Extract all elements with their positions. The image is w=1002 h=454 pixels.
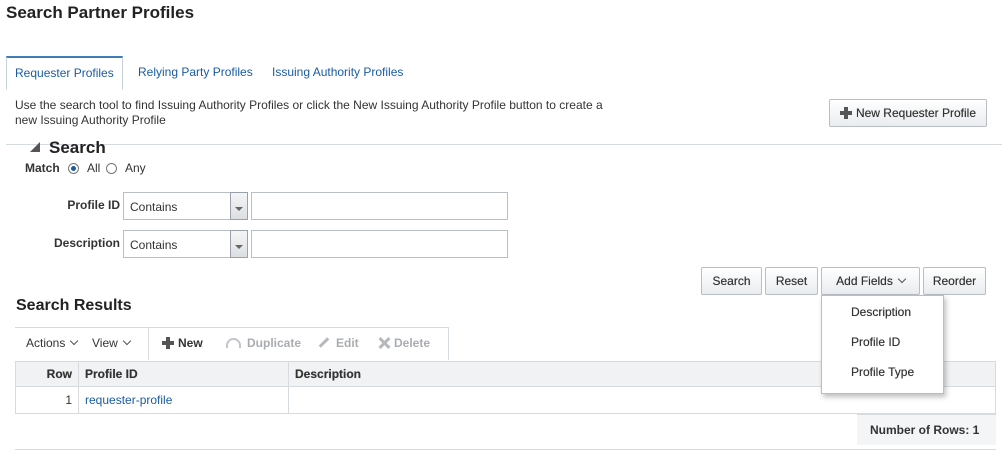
match-all-radio[interactable]	[68, 163, 79, 174]
profile-id-operator-select[interactable]: Contains	[123, 192, 248, 220]
row-count: Number of Rows: 1	[870, 423, 980, 437]
help-text: Use the search tool to find Issuing Auth…	[15, 98, 603, 127]
collapse-triangle-icon[interactable]	[30, 142, 40, 152]
menu-item-description[interactable]: Description	[851, 305, 911, 319]
add-fields-dropdown: Description Profile ID Profile Type	[821, 295, 944, 394]
profile-id-link[interactable]: requester-profile	[85, 393, 172, 407]
reorder-button[interactable]: Reorder	[923, 267, 986, 295]
delete-button[interactable]: Delete	[378, 336, 430, 350]
duplicate-icon	[226, 338, 241, 348]
match-label: Match	[25, 161, 60, 175]
view-menu[interactable]: View	[92, 336, 132, 350]
plus-icon	[162, 337, 174, 349]
reset-button[interactable]: Reset	[765, 267, 818, 295]
match-any-label: Any	[125, 161, 146, 175]
chevron-down-icon[interactable]	[230, 230, 248, 258]
description-label: Description	[53, 236, 120, 250]
tab-relying-party-profiles[interactable]: Relying Party Profiles	[130, 56, 261, 88]
tab-bar: Requester Profiles Relying Party Profile…	[6, 56, 1002, 145]
actions-menu[interactable]: Actions	[26, 336, 79, 350]
column-header-row: Row	[46, 367, 72, 381]
tab-requester-profiles[interactable]: Requester Profiles	[6, 56, 123, 90]
plus-icon	[839, 107, 852, 119]
description-input[interactable]	[251, 230, 508, 258]
new-button[interactable]: New	[162, 336, 203, 350]
menu-item-profile-id[interactable]: Profile ID	[851, 335, 900, 349]
pencil-icon	[318, 337, 330, 348]
chevron-down-icon	[70, 336, 79, 346]
duplicate-button[interactable]: Duplicate	[226, 336, 301, 350]
tab-issuing-authority-profiles[interactable]: Issuing Authority Profiles	[264, 56, 411, 88]
chevron-down-icon	[122, 336, 132, 346]
profile-id-input[interactable]	[251, 192, 508, 220]
search-section-title: Search	[49, 138, 106, 157]
chevron-down-icon	[897, 274, 907, 284]
profile-id-label: Profile ID	[67, 198, 120, 212]
search-results-title: Search Results	[16, 297, 132, 314]
delete-x-icon	[378, 337, 390, 349]
new-requester-profile-button[interactable]: New Requester Profile	[829, 99, 987, 127]
menu-item-profile-type[interactable]: Profile Type	[851, 365, 914, 379]
chevron-down-icon[interactable]	[230, 192, 248, 220]
search-button[interactable]: Search	[701, 267, 762, 295]
description-operator-select[interactable]: Contains	[123, 230, 248, 258]
add-fields-button[interactable]: Add Fields	[821, 267, 920, 295]
column-header-description[interactable]: Description	[289, 362, 367, 387]
page-title: Search Partner Profiles	[6, 3, 195, 22]
row-number: 1	[65, 393, 72, 407]
match-all-label: All	[87, 161, 101, 175]
column-header-profile-id[interactable]: Profile ID	[79, 362, 144, 387]
edit-button[interactable]: Edit	[318, 336, 359, 350]
match-any-radio[interactable]	[106, 163, 117, 174]
